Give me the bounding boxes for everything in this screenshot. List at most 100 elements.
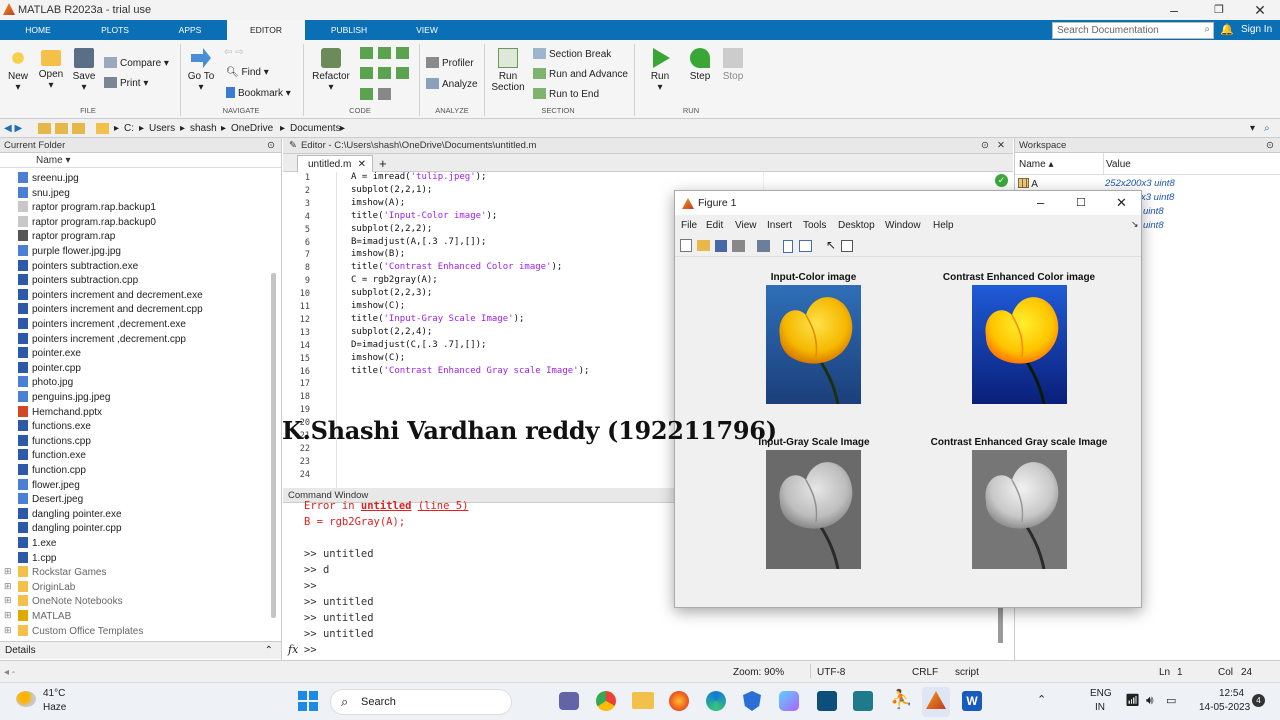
- menu-edit[interactable]: Edit: [706, 220, 723, 231]
- search-input[interactable]: Search Documentation ⌕: [1052, 22, 1214, 39]
- analyze-button[interactable]: Analyze: [426, 78, 478, 90]
- new-button[interactable]: New ▾: [5, 48, 31, 93]
- expand-icon[interactable]: ⊞: [4, 610, 12, 621]
- step-button[interactable]: Step: [685, 48, 715, 82]
- code-line[interactable]: A = imread('tulip.jpeg');: [351, 172, 486, 182]
- refactor-button[interactable]: Refactor ▾: [311, 48, 351, 93]
- breadcrumb-drive[interactable]: C:: [124, 123, 134, 134]
- file-list-item[interactable]: raptor program.rap: [18, 230, 115, 245]
- menu-tools[interactable]: Tools: [803, 220, 826, 231]
- teams-icon[interactable]: [559, 692, 579, 710]
- section-break-button[interactable]: Section Break: [533, 48, 611, 60]
- details-bar[interactable]: Details ⌃: [0, 641, 281, 659]
- file-list-item[interactable]: raptor program.rap.backup0: [18, 215, 156, 231]
- menu-desktop[interactable]: Desktop: [838, 220, 875, 231]
- lang-eng[interactable]: ENG: [1090, 688, 1112, 699]
- panel-menu-icon[interactable]: ⊙: [267, 140, 275, 151]
- fx-icon[interactable]: [360, 87, 373, 100]
- volume-icon[interactable]: 🔊︎: [1146, 693, 1154, 708]
- figure-window[interactable]: Figure 1 – ☐ ✕ File Edit View Insert Too…: [674, 190, 1142, 608]
- file-list-item[interactable]: photo.jpg: [18, 376, 73, 391]
- figure-maximize-icon[interactable]: ☐: [1076, 196, 1086, 209]
- code-line[interactable]: subplot(2,2,1);: [351, 185, 432, 195]
- file-list-item[interactable]: ⊞ OriginLab: [4, 580, 75, 596]
- file-list-item[interactable]: ⊞ Rockstar Games: [4, 566, 106, 581]
- file-list-item[interactable]: function.cpp: [18, 464, 86, 479]
- workspace-var-row[interactable]: A: [1018, 178, 1038, 190]
- uncomment-icon[interactable]: [378, 47, 391, 59]
- file-list-item[interactable]: snu.jpeg: [18, 186, 70, 202]
- clock-time[interactable]: 12:54: [1219, 688, 1244, 699]
- code-line[interactable]: imshow(C);: [351, 301, 405, 311]
- clock-date[interactable]: 14-05-2023: [1199, 702, 1250, 713]
- print-figure-icon[interactable]: [732, 240, 745, 252]
- code-line[interactable]: title('Input-Color image');: [351, 211, 497, 221]
- tray-chevron-icon[interactable]: ⌃: [1037, 693, 1046, 706]
- tab-home[interactable]: HOME: [10, 20, 66, 40]
- breadcrumb-onedrive[interactable]: OneDrive: [231, 123, 273, 134]
- code-line[interactable]: subplot(2,2,4);: [351, 327, 432, 337]
- expand-icon[interactable]: ⊞: [4, 566, 12, 577]
- breadcrumb-users[interactable]: Users: [149, 123, 175, 134]
- run-to-end-button[interactable]: Run to End: [533, 88, 599, 100]
- path-dropdown-icon[interactable]: ▾: [1250, 123, 1255, 134]
- tab-close-icon[interactable]: ✕: [358, 159, 366, 170]
- back-forward-arrows[interactable]: ⇦ ⇨: [224, 47, 244, 58]
- expand-icon[interactable]: ⊞: [4, 595, 12, 606]
- add-tab-icon[interactable]: +: [379, 156, 387, 171]
- file-list-item[interactable]: functions.cpp: [18, 434, 91, 450]
- file-list-item[interactable]: penguins.jpg.jpeg: [18, 391, 110, 406]
- lang-in[interactable]: IN: [1095, 702, 1105, 713]
- windows-start-icon[interactable]: [298, 691, 318, 711]
- run-section-button[interactable]: Run Section: [489, 48, 527, 93]
- profiler-button[interactable]: Profiler: [426, 57, 474, 69]
- more-code-icon[interactable]: [378, 87, 391, 100]
- code-line[interactable]: title('Contrast Enhanced Gray scale Imag…: [351, 366, 589, 376]
- app-icon[interactable]: [853, 691, 873, 711]
- tab-apps[interactable]: APPS: [160, 20, 220, 40]
- print-button[interactable]: Print ▾: [104, 77, 148, 89]
- smart-indent-icon[interactable]: [378, 67, 391, 80]
- goto-button[interactable]: Go To ▾: [186, 48, 216, 93]
- bell-icon[interactable]: 🔔: [1220, 23, 1234, 36]
- close-icon[interactable]: ✕: [1250, 2, 1270, 19]
- code-line[interactable]: imshow(A);: [351, 198, 405, 208]
- error-line-link[interactable]: (line 5): [418, 500, 469, 512]
- code-line[interactable]: imshow(C);: [351, 353, 405, 363]
- code-line[interactable]: subplot(2,2,2);: [351, 224, 432, 234]
- chrome-icon[interactable]: [596, 691, 616, 711]
- tab-publish[interactable]: PUBLISH: [318, 20, 380, 40]
- file-list-item[interactable]: function.exe: [18, 449, 86, 464]
- code-editor-icon[interactable]: [817, 691, 837, 711]
- file-list-item[interactable]: 1.cpp: [18, 551, 56, 567]
- file-list-item[interactable]: pointer.cpp: [18, 361, 81, 377]
- new-folder-icon[interactable]: [72, 123, 85, 134]
- file-list-item[interactable]: Hemchand.pptx: [18, 405, 102, 421]
- code-line[interactable]: imshow(B);: [351, 249, 405, 259]
- comment-icon[interactable]: [360, 47, 373, 59]
- col-name[interactable]: Name ▴: [1019, 159, 1054, 170]
- browse-folder-icon[interactable]: [55, 123, 68, 134]
- link-plot-icon[interactable]: [757, 240, 770, 252]
- sign-in-link[interactable]: Sign In: [1241, 24, 1272, 35]
- weather-desc[interactable]: Haze: [43, 702, 66, 713]
- edge-icon[interactable]: [706, 691, 726, 711]
- menu-view[interactable]: View: [735, 220, 757, 231]
- firefox-icon[interactable]: [669, 691, 689, 711]
- file-explorer-icon[interactable]: [632, 692, 654, 709]
- file-list-item[interactable]: ⊞ Custom Office Templates: [4, 624, 143, 640]
- expand-icon[interactable]: ⊞: [4, 581, 12, 592]
- wrap-comment-icon[interactable]: [396, 47, 409, 59]
- back-arrow-icon[interactable]: ◀ ▶: [4, 123, 22, 134]
- breadcrumb-shash[interactable]: shash: [190, 123, 217, 134]
- open-button[interactable]: Open ▾: [37, 48, 65, 91]
- minimize-icon[interactable]: –: [1164, 2, 1184, 18]
- tab-view[interactable]: VIEW: [398, 20, 456, 40]
- file-tab-untitled[interactable]: untitled.m ✕: [297, 155, 373, 172]
- editor-close-icon[interactable]: ✕: [997, 140, 1005, 151]
- running-figure-icon[interactable]: ⛹: [890, 689, 912, 710]
- error-file-link[interactable]: untitled: [361, 500, 412, 512]
- notification-badge[interactable]: 4: [1252, 694, 1265, 707]
- compare-button[interactable]: Compare ▾: [104, 57, 169, 69]
- menu-file[interactable]: File: [681, 220, 697, 231]
